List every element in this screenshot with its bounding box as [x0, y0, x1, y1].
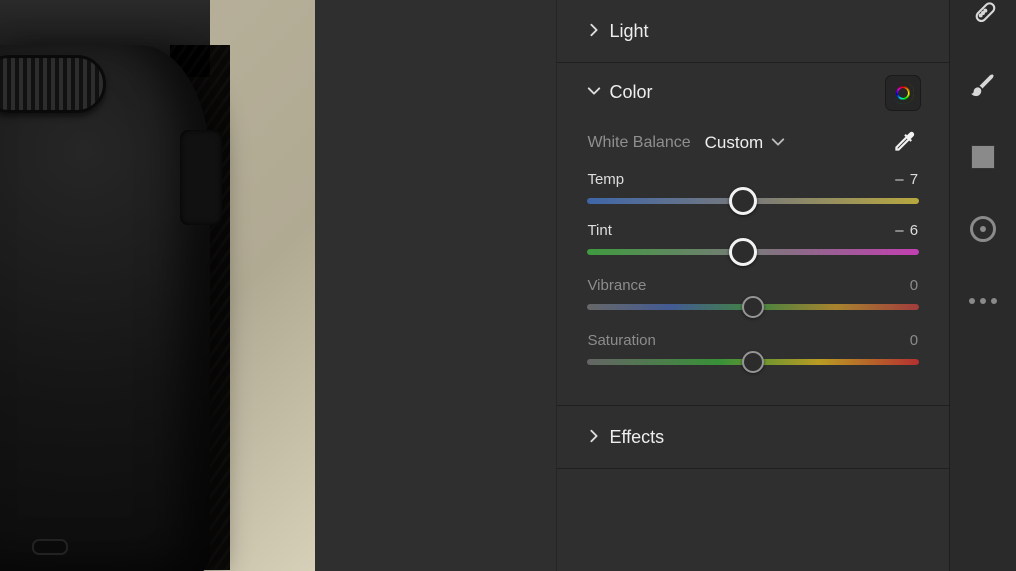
slider-temp-track[interactable]	[587, 198, 919, 204]
chevron-right-icon	[587, 427, 609, 448]
slider-tint: Tint – 6	[587, 222, 919, 255]
camera-slot	[32, 539, 68, 555]
slider-saturation-handle[interactable]	[742, 351, 764, 373]
camera-dial	[0, 55, 106, 113]
radial-icon	[970, 216, 996, 242]
camera-lug	[180, 130, 222, 225]
slider-saturation: Saturation 0	[587, 332, 919, 365]
slider-temp-handle[interactable]	[729, 187, 757, 215]
slider-temp: Temp – 7	[587, 171, 919, 204]
image-preview	[0, 0, 315, 571]
section-color-header[interactable]: Color	[587, 63, 919, 121]
camera-body	[0, 45, 210, 571]
chevron-down-icon	[587, 82, 609, 103]
slider-saturation-value[interactable]: 0	[910, 332, 919, 349]
chevron-down-icon	[771, 135, 785, 152]
slider-saturation-track[interactable]	[587, 359, 919, 365]
section-light[interactable]: Light	[557, 0, 949, 63]
more-tools[interactable]	[968, 286, 998, 316]
chevron-right-icon	[587, 21, 609, 42]
slider-tint-label: Tint	[587, 222, 611, 239]
healing-tool[interactable]	[968, 0, 998, 28]
eyedropper-button[interactable]	[891, 129, 919, 157]
slider-vibrance-track[interactable]	[587, 304, 919, 310]
section-title-light: Light	[609, 21, 648, 42]
slider-temp-label: Temp	[587, 171, 624, 188]
slider-temp-value[interactable]: – 7	[895, 171, 919, 188]
slider-tint-track[interactable]	[587, 249, 919, 255]
white-balance-dropdown[interactable]: Custom	[705, 133, 786, 153]
section-title-color: Color	[609, 82, 652, 103]
slider-vibrance-value[interactable]: 0	[910, 277, 919, 294]
slider-vibrance: Vibrance 0	[587, 277, 919, 310]
right-toolbar	[949, 0, 1016, 571]
section-color: Color White Balance Custom	[557, 63, 949, 406]
slider-tint-value[interactable]: – 6	[895, 222, 919, 239]
radial-gradient-tool[interactable]	[968, 214, 998, 244]
more-icon	[969, 298, 997, 304]
color-mixer-button[interactable]	[885, 75, 921, 111]
brush-tool[interactable]	[968, 70, 998, 100]
preview-background	[315, 0, 557, 571]
slider-vibrance-handle[interactable]	[742, 296, 764, 318]
slider-tint-handle[interactable]	[729, 238, 757, 266]
edit-panel: Light Color White Balance Custom	[556, 0, 949, 571]
white-balance-value: Custom	[705, 133, 764, 153]
slider-saturation-label: Saturation	[587, 332, 655, 349]
color-wheel-icon	[892, 82, 914, 104]
white-balance-label: White Balance	[587, 134, 690, 152]
linear-gradient-tool[interactable]	[968, 142, 998, 172]
slider-vibrance-label: Vibrance	[587, 277, 646, 294]
square-icon	[971, 145, 995, 169]
section-effects[interactable]: Effects	[557, 406, 949, 469]
section-title-effects: Effects	[609, 427, 664, 448]
